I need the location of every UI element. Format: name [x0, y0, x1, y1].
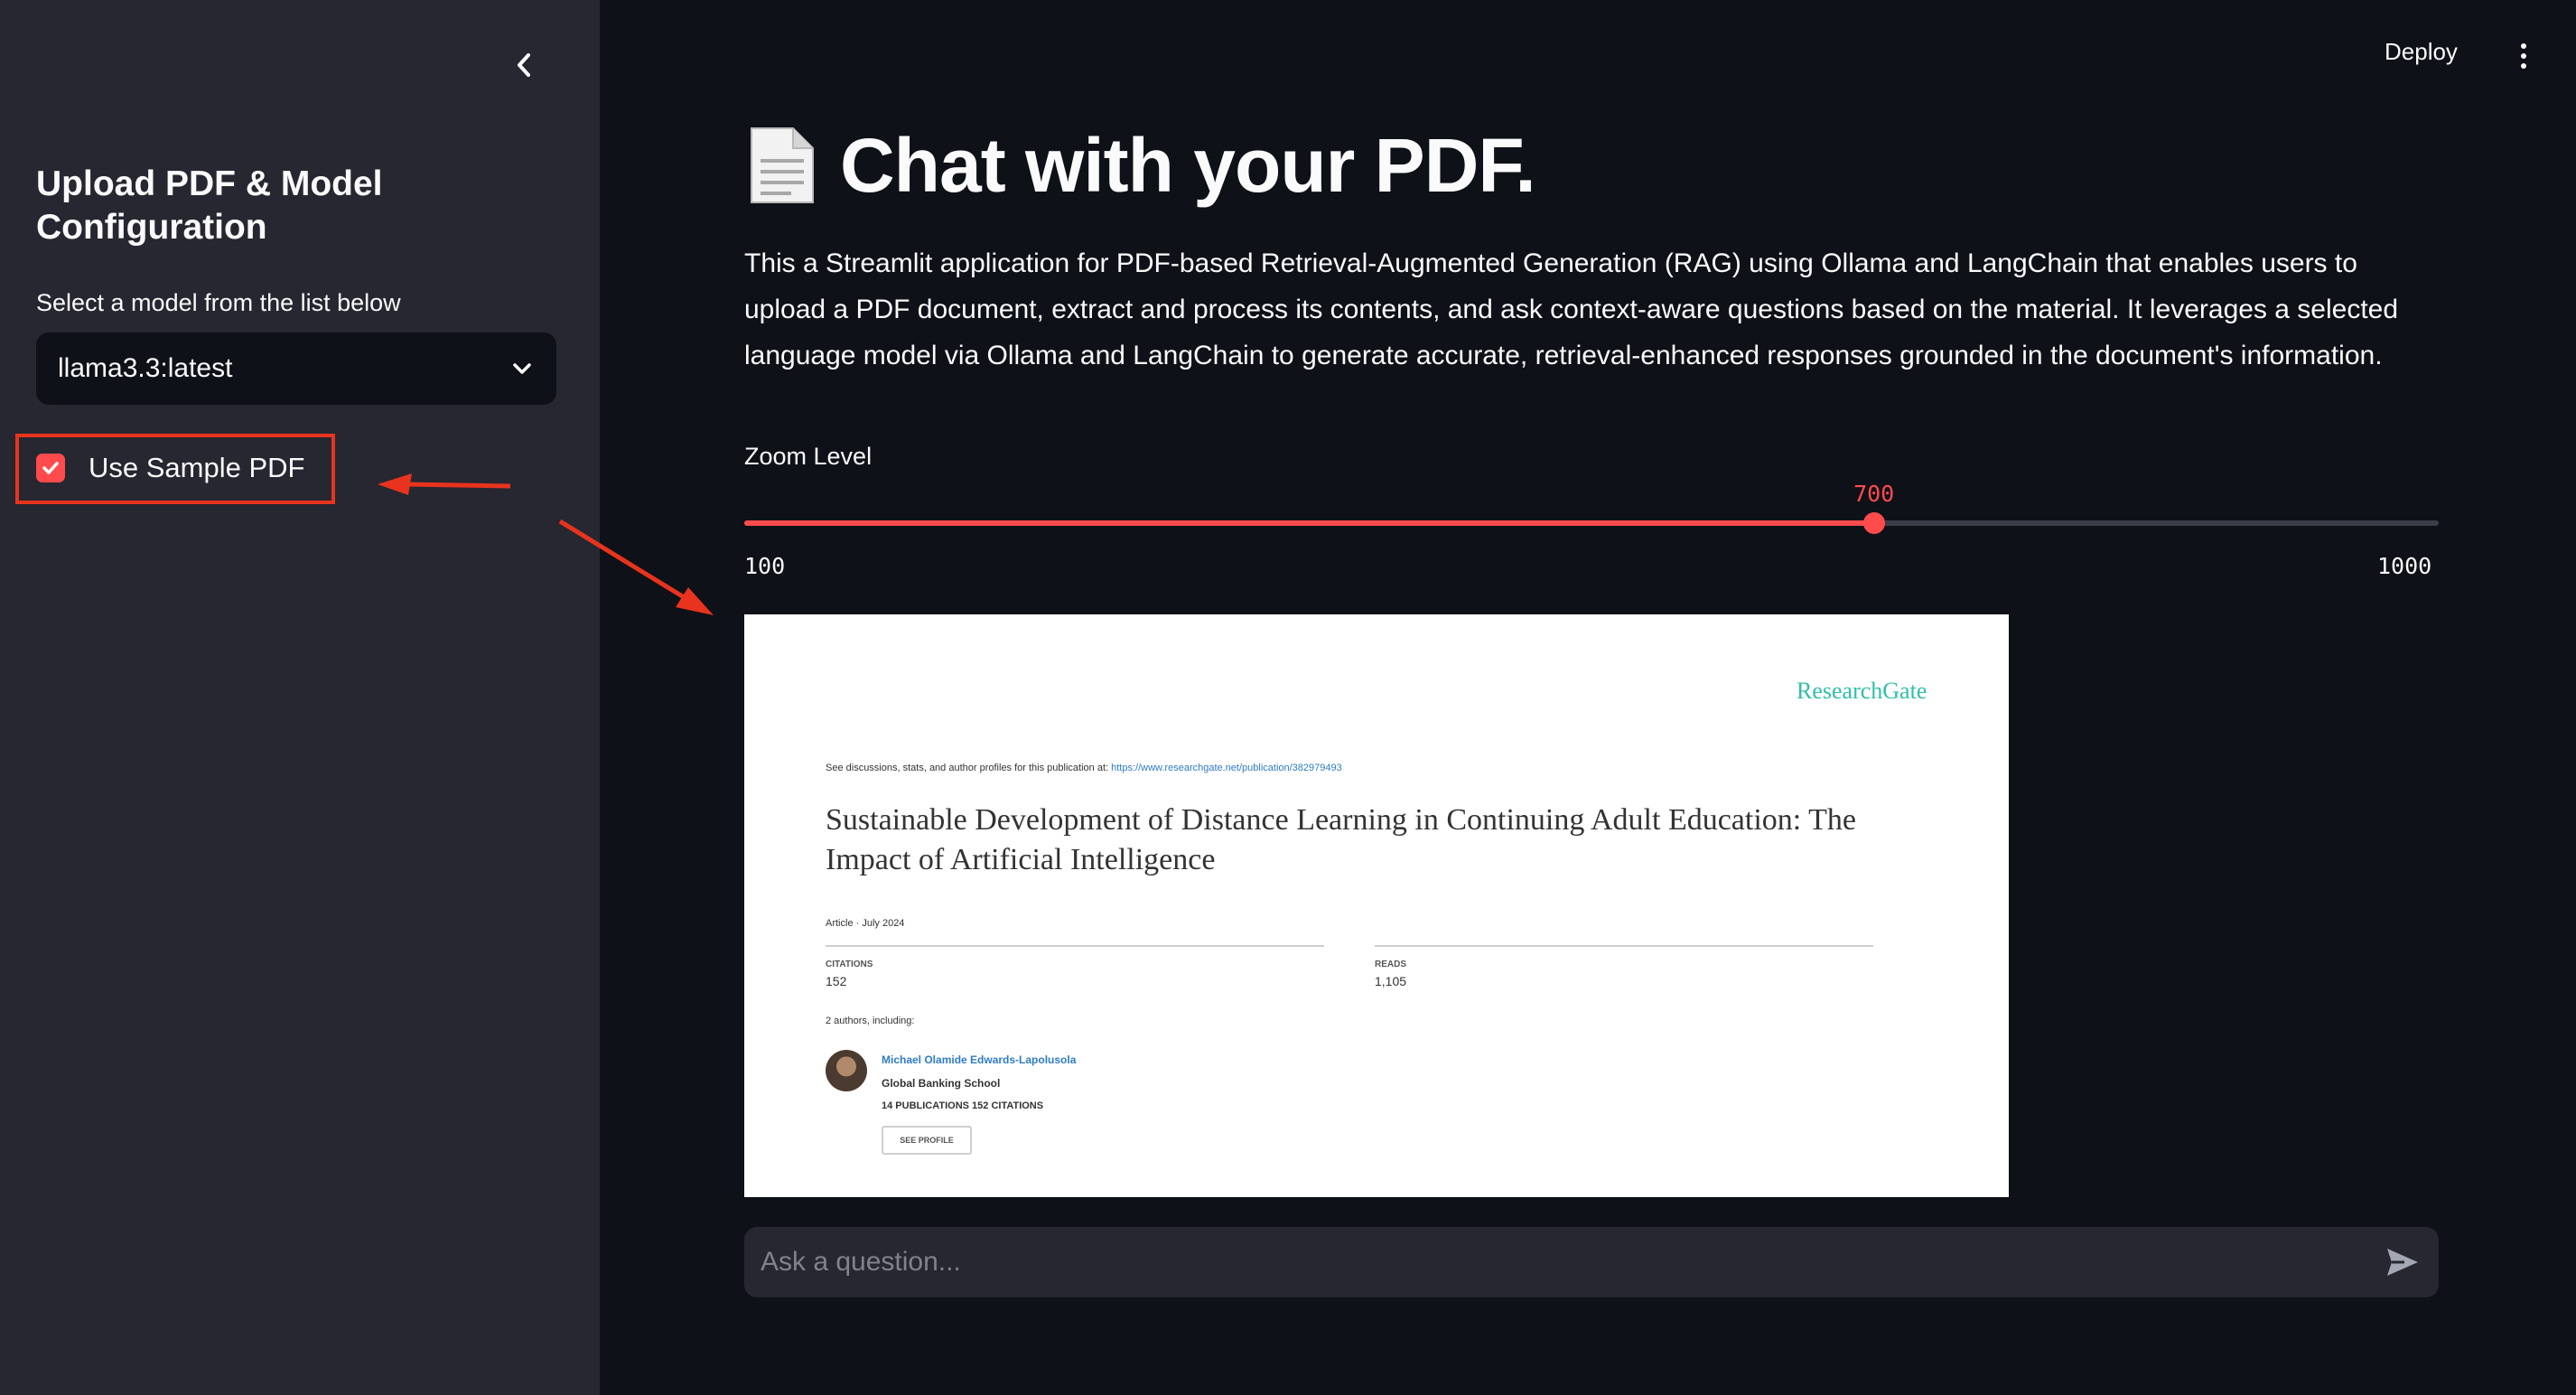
model-select-label: Select a model from the list below	[36, 289, 401, 316]
pdf-discussion-line: See discussions, stats, and author profi…	[826, 763, 1342, 773]
intro-text: This a Streamlit application for PDF-bas…	[744, 248, 2399, 370]
zoom-slider-max: 1000	[2377, 553, 2432, 579]
dot	[2521, 43, 2526, 49]
zoom-slider[interactable]	[744, 512, 2439, 534]
dot	[2521, 63, 2526, 69]
sidebar-title: Upload PDF & Model Configuration	[36, 164, 383, 247]
zoom-level-label: Zoom Level	[744, 443, 873, 470]
pdf-author-name: Michael Olamide Edwards-Lapolusola	[882, 1053, 1077, 1066]
pdf-divider	[1375, 945, 1873, 947]
pdf-preview: ResearchGate See discussions, stats, and…	[744, 614, 2009, 1197]
chevron-down-icon	[513, 363, 531, 374]
zoom-slider-thumb[interactable]	[1862, 512, 1885, 534]
model-select[interactable]: llama3.3:latest	[36, 332, 556, 405]
deploy-button[interactable]: Deploy	[2385, 38, 2458, 66]
pdf-citations-value: 152	[826, 974, 847, 988]
pdf-divider	[826, 945, 1324, 947]
pdf-reads-label: READS	[1375, 960, 1407, 969]
chat-input[interactable]	[759, 1246, 2381, 1278]
chevron-left-icon	[518, 53, 530, 77]
zoom-slider-value: 700	[1853, 481, 1895, 507]
sidebar: Upload PDF & Model Configuration Select …	[0, 0, 600, 1395]
dot	[2521, 53, 2526, 59]
pdf-discussion-link: https://www.researchgate.net/publication…	[1111, 763, 1342, 773]
model-select-value: llama3.3:latest	[58, 353, 233, 383]
collapse-sidebar-button[interactable]	[504, 45, 544, 85]
pdf-reads-value: 1,105	[1375, 974, 1407, 988]
chat-input-container	[744, 1227, 2439, 1297]
page-title: Chat with your PDF.	[840, 123, 1536, 208]
annotation-highlight-box	[15, 434, 335, 504]
pdf-citations-label: CITATIONS	[826, 960, 873, 969]
zoom-slider-min: 100	[744, 553, 786, 579]
pdf-author-stats: 14 PUBLICATIONS 152 CITATIONS	[882, 1100, 1044, 1111]
pdf-title: Sustainable Development of Distance Lear…	[826, 803, 1856, 876]
page-document-icon	[751, 127, 814, 203]
pdf-article-date: Article · July 2024	[826, 918, 905, 929]
send-button[interactable]	[2381, 1241, 2424, 1284]
main-menu-button[interactable]	[2507, 40, 2540, 72]
pdf-authors-line: 2 authors, including:	[826, 1016, 915, 1026]
send-icon	[2387, 1249, 2418, 1276]
zoom-slider-fill	[744, 520, 1874, 526]
author-avatar	[826, 1050, 867, 1091]
pdf-author-institution: Global Banking School	[882, 1077, 1001, 1090]
researchgate-logo: ResearchGate	[1797, 678, 1927, 704]
pdf-see-profile-button: SEE PROFILE	[882, 1126, 972, 1155]
pdf-discussion-prefix: See discussions, stats, and author profi…	[826, 763, 1109, 773]
